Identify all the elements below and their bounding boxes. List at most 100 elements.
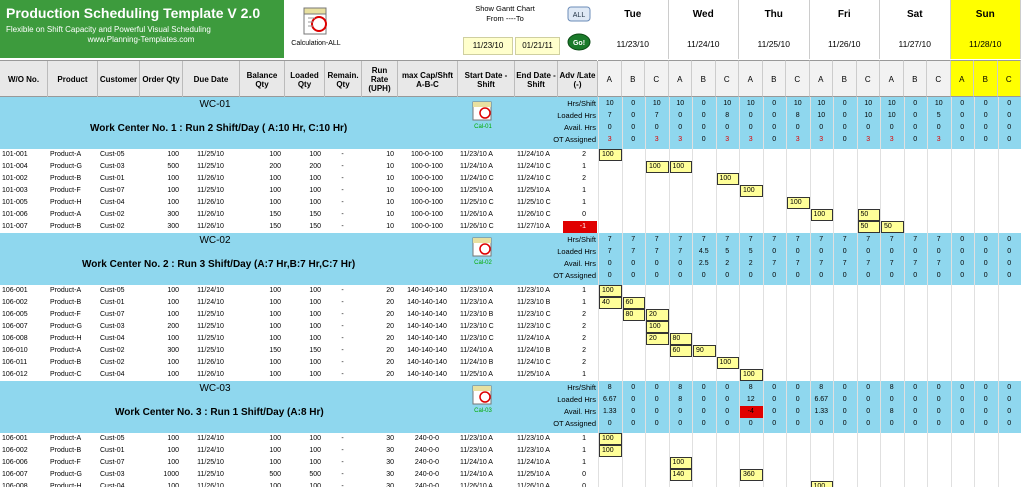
order-row[interactable]: 101-002 Product-B Cust-01 100 11/26/10 100 100… <box>0 173 1021 185</box>
order-row[interactable]: 101-003 Product-F Cust-07 100 11/25/10 100 100… <box>0 185 1021 197</box>
summary-value: 0 <box>913 420 918 427</box>
gantt-bar[interactable]: 60 <box>669 345 692 357</box>
order-row[interactable]: 101-004 Product-G Cust-03 500 11/25/10 200 200… <box>0 161 1021 173</box>
summary-value: 0 <box>748 420 753 427</box>
summary-value: 0 <box>819 420 824 427</box>
gantt-bar[interactable]: 100 <box>646 321 669 333</box>
order-row[interactable]: 101-006 Product-A Cust-02 300 11/26/10 150 150… <box>0 209 1021 221</box>
gantt-bar[interactable]: 140 <box>669 469 692 481</box>
order-row[interactable]: 106-002 Product-B Cust-01 100 11/24/10 100 100… <box>0 445 1021 457</box>
gantt-bar[interactable]: 100 <box>716 357 739 369</box>
gantt-bar[interactable]: 100 <box>669 457 692 469</box>
order-remain: - <box>341 459 344 466</box>
gantt-bar[interactable]: 80 <box>622 309 645 321</box>
order-cust: Cust-05 <box>100 151 125 158</box>
order-wo: 106-010 <box>2 347 28 354</box>
order-row[interactable]: 106-010 Product-A Cust-02 300 11/25/10 150 150… <box>0 345 1021 357</box>
gantt-bar[interactable]: 60 <box>622 297 645 309</box>
summary-value: 0 <box>1007 260 1012 267</box>
column-header: Customer <box>98 61 140 98</box>
summary-value: 0 <box>866 272 871 279</box>
gantt-bar[interactable]: 20 <box>646 333 669 345</box>
website-link[interactable]: www.Planning-Templates.com <box>6 35 276 45</box>
order-row[interactable]: 101-005 Product-H Cust-04 100 11/26/10 100 100… <box>0 197 1021 209</box>
gantt-bar[interactable]: 100 <box>646 161 669 173</box>
gantt-bar[interactable]: 100 <box>599 445 622 457</box>
order-cust: Cust-02 <box>100 359 125 366</box>
order-qty: 100 <box>167 335 179 342</box>
work-center-calendar-button[interactable]: Cal-02 <box>470 236 496 266</box>
summary-value: 0 <box>983 236 988 243</box>
order-qty: 100 <box>167 175 179 182</box>
order-row[interactable]: 101-007 Product-B Cust-02 300 11/26/10 150 150… <box>0 221 1021 233</box>
gantt-bar[interactable]: 100 <box>599 433 622 445</box>
order-cap: 240-0-0 <box>414 471 440 478</box>
go-button[interactable]: Go! <box>567 32 591 52</box>
order-end: 11/25/10 C <box>517 199 551 206</box>
summary-value: 0 <box>654 124 659 131</box>
gantt-bar[interactable]: 100 <box>810 481 833 487</box>
order-row[interactable]: 106-006 Product-F Cust-07 100 11/25/10 100 100… <box>0 457 1021 469</box>
order-adv: 2 <box>582 311 586 318</box>
summary-value: 7 <box>725 236 730 243</box>
gantt-bar[interactable]: 100 <box>716 173 739 185</box>
order-due: 11/25/10 <box>197 151 224 158</box>
gantt-bar[interactable]: 50 <box>857 209 880 221</box>
order-row[interactable]: 106-012 Product-C Cust-04 100 11/26/10 100 100… <box>0 369 1021 381</box>
order-cust: Cust-04 <box>100 371 125 378</box>
order-row[interactable]: 106-008 Product-H Cust-04 100 11/26/10 100 100… <box>0 481 1021 487</box>
gantt-bar[interactable]: 100 <box>787 197 810 209</box>
summary-value: 7 <box>842 236 847 243</box>
gantt-bar[interactable]: 50 <box>881 221 904 233</box>
order-cap: 100-0-100 <box>411 163 443 170</box>
order-adv: 0 <box>582 211 586 218</box>
show-all-button[interactable]: ALL <box>567 6 591 24</box>
order-remain: - <box>341 151 344 158</box>
gantt-bar[interactable]: 100 <box>740 185 763 197</box>
gantt-bar[interactable]: 100 <box>599 149 622 161</box>
summary-value: 0 <box>983 396 988 403</box>
order-row[interactable]: 106-007 Product-G Cust-03 1000 11/25/10 500 50… <box>0 469 1021 481</box>
gantt-bar[interactable]: 100 <box>669 161 692 173</box>
summary-value: 0 <box>631 100 636 107</box>
calculation-all-button[interactable]: Calculation-ALL <box>286 2 346 58</box>
column-header: Loaded Qty <box>285 61 325 98</box>
gantt-bar[interactable]: 100 <box>599 285 622 297</box>
day-header: Fri <box>809 0 880 30</box>
day-header: Wed <box>668 0 739 30</box>
gantt-bar[interactable]: 80 <box>669 333 692 345</box>
order-rate: 20 <box>386 359 394 366</box>
order-due: 11/26/10 <box>197 483 224 487</box>
order-row[interactable]: 106-007 Product-G Cust-03 200 11/25/10 100 100… <box>0 321 1021 333</box>
summary-value: 0 <box>936 124 941 131</box>
gantt-bar[interactable]: 100 <box>810 209 833 221</box>
work-center-calendar-button[interactable]: Cal-01 <box>470 100 496 130</box>
order-row[interactable]: 106-008 Product-H Cust-04 100 11/25/10 100 100… <box>0 333 1021 345</box>
order-row[interactable]: 106-005 Product-F Cust-07 100 11/25/10 100 100… <box>0 309 1021 321</box>
order-row[interactable]: 101-001 Product-A Cust-05 100 11/25/10 100 100… <box>0 149 1021 161</box>
gantt-bar[interactable]: 90 <box>693 345 716 357</box>
order-rate: 10 <box>386 163 394 170</box>
shift-header: C <box>856 60 880 97</box>
order-wo: 106-001 <box>2 287 28 294</box>
gantt-bar[interactable]: 20 <box>646 309 669 321</box>
gantt-from-date[interactable]: 11/23/10 <box>463 37 513 55</box>
order-start: 11/25/10 C <box>460 199 494 206</box>
summary-value: 0 <box>913 136 918 143</box>
gantt-bar[interactable]: 360 <box>740 469 763 481</box>
gantt-bar[interactable]: 40 <box>599 297 622 309</box>
summary-value: 0 <box>772 248 777 255</box>
summary-value: 7 <box>936 236 941 243</box>
order-row[interactable]: 106-002 Product-B Cust-01 100 11/24/10 100 100… <box>0 297 1021 309</box>
order-bal: 100 <box>269 435 281 442</box>
gantt-bar[interactable]: 50 <box>857 221 880 233</box>
gantt-bar[interactable]: 100 <box>740 369 763 381</box>
order-bal: 100 <box>269 175 281 182</box>
order-row[interactable]: 106-011 Product-B Cust-02 100 11/26/10 100 100… <box>0 357 1021 369</box>
work-center-calendar-button[interactable]: Cal-03 <box>470 384 496 414</box>
summary-value: 0 <box>631 420 636 427</box>
order-row[interactable]: 106-001 Product-A Cust-05 100 11/24/10 100 100… <box>0 433 1021 445</box>
order-due: 11/25/10 <box>197 471 224 478</box>
order-row[interactable]: 106-001 Product-A Cust-05 100 11/24/10 100 100… <box>0 285 1021 297</box>
gantt-to-date[interactable]: 01/21/11 <box>515 37 560 55</box>
